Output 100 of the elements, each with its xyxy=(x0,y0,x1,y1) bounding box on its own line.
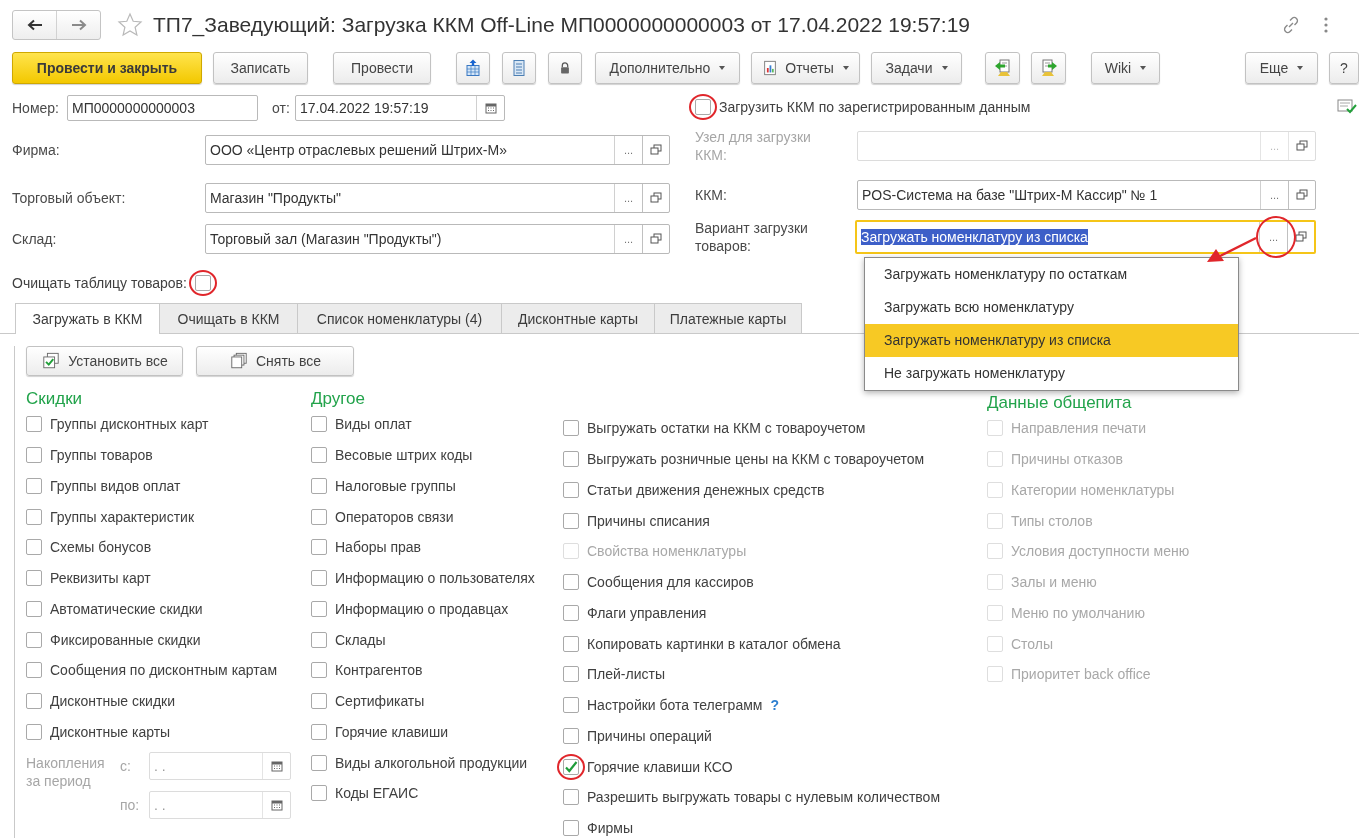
tab[interactable]: Очищать в ККМ xyxy=(159,303,298,333)
open-form-icon xyxy=(650,233,662,245)
checkbox[interactable] xyxy=(563,727,579,744)
checkbox-label: Статьи движения денежных средств xyxy=(587,481,825,498)
help-button[interactable]: ? xyxy=(1329,52,1359,84)
toolbar-button[interactable]: Записать xyxy=(213,52,308,84)
checkbox-label: Весовые штрих коды xyxy=(335,447,473,464)
select-button[interactable]: ... xyxy=(614,184,642,212)
checkbox[interactable] xyxy=(311,662,327,679)
checkbox[interactable] xyxy=(563,574,579,591)
dropdown-option[interactable]: Загружать номенклатуру из списка xyxy=(865,324,1238,357)
checkbox[interactable] xyxy=(26,662,42,679)
tab[interactable]: Список номенклатуры (4) xyxy=(297,303,502,333)
checkbox-label: Свойства номенклатуры xyxy=(587,543,747,560)
checkbox[interactable] xyxy=(26,600,42,617)
checkbox[interactable] xyxy=(311,693,327,710)
dropdown-option[interactable]: Загружать всю номенклатуру xyxy=(865,291,1238,324)
dropdown-option[interactable]: Загружать номенклатуру по остаткам xyxy=(865,258,1238,291)
input-field[interactable]: POS-Система на базе "Штрих-М Кассир" № 1 ... xyxy=(857,180,1316,210)
checkbox[interactable] xyxy=(563,635,579,652)
caret-icon xyxy=(1297,66,1304,70)
checkbox[interactable] xyxy=(563,420,579,437)
checkbox[interactable] xyxy=(563,758,579,775)
table-upload-icon xyxy=(464,59,482,77)
select-button[interactable]: ... xyxy=(614,225,642,253)
checkbox[interactable] xyxy=(563,604,579,621)
post-and-close-button[interactable]: Провести и закрыть xyxy=(12,52,202,84)
link-icon[interactable] xyxy=(1281,15,1301,35)
checkbox[interactable] xyxy=(563,512,579,529)
dropdown-option[interactable]: Не загружать номенклатуру xyxy=(865,357,1238,390)
checkbox-label: Налоговые группы xyxy=(335,477,456,494)
open-form-icon xyxy=(1295,231,1307,243)
open-form-icon xyxy=(1296,189,1308,201)
tab[interactable]: Загружать в ККМ xyxy=(15,303,160,334)
checkbox[interactable] xyxy=(311,631,327,648)
checkbox[interactable] xyxy=(311,785,327,802)
icon-button[interactable] xyxy=(1031,52,1066,84)
date-field[interactable]: 17.04.2022 19:57:19 xyxy=(295,95,505,121)
checkbox-label: Настройки бота телеграмм xyxy=(587,697,763,714)
checkbox[interactable] xyxy=(563,451,579,468)
checkbox[interactable] xyxy=(26,416,42,433)
checkbox-label: Выгружать остатки на ККМ с товароучетом xyxy=(587,420,866,437)
checkbox[interactable] xyxy=(311,539,327,556)
input-field[interactable]: Загружать номенклатуру из списка ... xyxy=(855,220,1316,254)
checkbox[interactable] xyxy=(26,570,42,587)
icon-button[interactable] xyxy=(548,52,582,84)
checkbox[interactable] xyxy=(563,666,579,683)
checkbox-label: Загрузить ККМ по зарегистрированным данным xyxy=(719,99,1031,115)
checkbox[interactable] xyxy=(26,539,42,556)
checkbox[interactable] xyxy=(26,723,42,740)
checkbox[interactable] xyxy=(311,508,327,525)
checkbox[interactable] xyxy=(563,789,579,806)
panel-button[interactable]: Установить все xyxy=(26,346,183,376)
select-button[interactable]: ... xyxy=(1260,181,1288,209)
checkbox-label: Плей-листы xyxy=(587,666,665,683)
checkbox[interactable] xyxy=(311,723,327,740)
checkbox[interactable] xyxy=(311,416,327,433)
calendar-icon xyxy=(270,799,283,812)
checkbox[interactable] xyxy=(695,99,711,115)
checkbox-label: Горячие клавиши КСО xyxy=(587,758,733,775)
checkbox[interactable] xyxy=(311,754,327,771)
checkbox[interactable] xyxy=(26,508,42,525)
input-field[interactable]: МП0000000000003 xyxy=(67,95,258,121)
more-icon[interactable] xyxy=(1323,16,1329,34)
menu-button[interactable]: Отчеты xyxy=(751,52,860,84)
select-button[interactable]: ... xyxy=(1259,222,1287,252)
toolbar-button[interactable]: Провести xyxy=(333,52,431,84)
checkbox-label: Виды алкогольной продукции xyxy=(335,754,528,771)
input-field[interactable]: ООО «Центр отраслевых решений Штрих-М» ... xyxy=(205,135,670,165)
menu-button[interactable]: Дополнительно xyxy=(595,52,740,84)
checkbox[interactable] xyxy=(563,481,579,498)
checkbox[interactable] xyxy=(311,477,327,494)
checkbox[interactable] xyxy=(311,600,327,617)
checkbox[interactable] xyxy=(194,274,211,291)
icon-button[interactable] xyxy=(456,52,490,84)
tab[interactable]: Дисконтные карты xyxy=(501,303,655,333)
input-field[interactable]: Торговый зал (Магазин "Продукты") ... xyxy=(205,224,670,254)
checkbox-label: Фирмы xyxy=(587,820,633,837)
checkbox[interactable] xyxy=(563,820,579,837)
help-link[interactable]: ? xyxy=(770,697,779,714)
checkbox[interactable] xyxy=(311,447,327,464)
checkbox-label: Группы характеристик xyxy=(50,508,195,525)
field-label: Склад: xyxy=(12,231,58,247)
checkbox[interactable] xyxy=(26,477,42,494)
menu-button[interactable]: Wiki xyxy=(1091,52,1160,84)
icon-button[interactable] xyxy=(985,52,1020,84)
checkbox[interactable] xyxy=(563,697,579,714)
panel-button[interactable]: Снять все xyxy=(196,346,354,376)
menu-button[interactable]: Задачи xyxy=(871,52,962,84)
checkbox[interactable] xyxy=(26,693,42,710)
star-icon[interactable] xyxy=(117,12,143,38)
select-button[interactable]: ... xyxy=(614,136,642,164)
input-field[interactable]: Магазин "Продукты" ... xyxy=(205,183,670,213)
checkbox[interactable] xyxy=(26,631,42,648)
checkbox[interactable] xyxy=(26,447,42,464)
menu-button[interactable]: Еще xyxy=(1245,52,1318,84)
checkbox-label: Дисконтные карты xyxy=(50,723,171,740)
checkbox-label: Копировать картинки в каталог обмена xyxy=(587,635,841,652)
tab[interactable]: Платежные карты xyxy=(654,303,802,333)
checkbox[interactable] xyxy=(311,570,327,587)
